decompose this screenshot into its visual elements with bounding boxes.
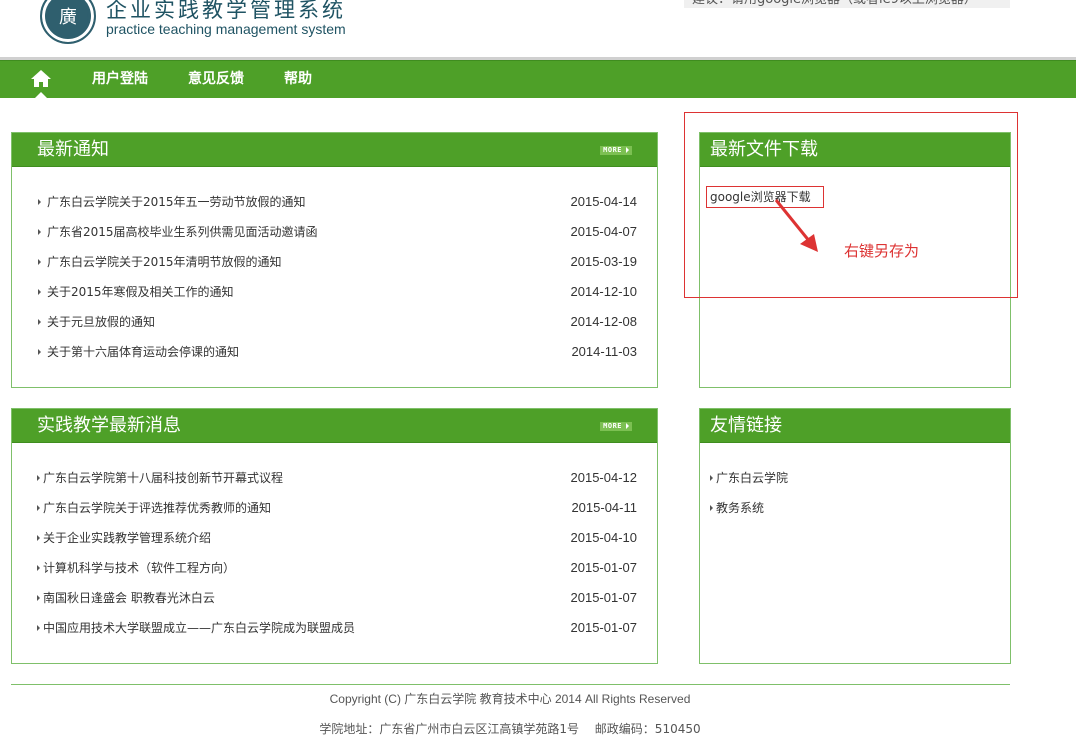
list-item: 广东白云学院关于2015年五一劳动节放假的通知 2015-04-14: [12, 187, 657, 217]
list-item: 教务系统: [700, 493, 1010, 523]
site-header: 廣 企业实践教学管理系统 practice teaching managemen…: [0, 0, 1076, 57]
active-nav-indicator: [35, 92, 47, 98]
news-date: 2015-04-10: [570, 530, 638, 545]
bullet-icon: [38, 319, 41, 325]
notice-date: 2015-03-19: [570, 254, 638, 269]
nav-item-help[interactable]: 帮助: [284, 61, 312, 98]
news-title-link[interactable]: 广东白云学院关于评选推荐优秀教师的通知: [43, 493, 271, 523]
bullet-icon: [37, 475, 40, 481]
practice-news-panel-header: 实践教学最新消息 MORE: [12, 409, 657, 443]
bullet-icon: [38, 349, 41, 355]
list-item: 南国秋日逢盛会 职教春光沐白云 2015-01-07: [12, 583, 657, 613]
list-item: 广东白云学院: [700, 463, 1010, 493]
footer-divider: [11, 684, 1010, 685]
bullet-icon: [37, 625, 40, 631]
notice-date: 2014-12-08: [570, 314, 638, 329]
friend-links-list: 广东白云学院 教务系统: [700, 463, 1010, 523]
site-subtitle: practice teaching management system: [106, 21, 346, 37]
annotation-arrow-icon: [774, 199, 818, 252]
friend-link[interactable]: 教务系统: [716, 493, 764, 523]
annotation-text: 右键另存为: [844, 242, 920, 260]
home-icon[interactable]: [30, 68, 52, 90]
news-date: 2015-01-07: [570, 620, 638, 635]
practice-news-more-button[interactable]: MORE: [600, 422, 632, 431]
list-item: 计算机科学与技术（软件工程方向） 2015-01-07: [12, 553, 657, 583]
list-item: 中国应用技术大学联盟成立——广东白云学院成为联盟成员 2015-01-07: [12, 613, 657, 643]
nav-item-login[interactable]: 用户登陆: [92, 61, 148, 98]
notices-panel-title: 最新通知: [37, 139, 109, 160]
bullet-icon: [38, 229, 41, 235]
browser-notice: 建议：请用google浏览器（或者ie9以上浏览器）: [684, 0, 1010, 8]
bullet-icon: [37, 505, 40, 511]
practice-news-panel: 实践教学最新消息 MORE 广东白云学院第十八届科技创新节开幕式议程 2015-0…: [11, 408, 658, 664]
news-title-link[interactable]: 广东白云学院第十八届科技创新节开幕式议程: [43, 463, 283, 493]
news-date: 2015-01-07: [570, 590, 638, 605]
svg-text:廣: 廣: [59, 7, 77, 28]
notice-date: 2014-11-03: [571, 344, 637, 359]
bullet-icon: [38, 259, 41, 265]
friend-links-panel-header: 友情链接: [700, 409, 1010, 443]
practice-news-panel-title: 实践教学最新消息: [37, 415, 181, 436]
list-item: 关于元旦放假的通知 2014-12-08: [12, 307, 657, 337]
footer-address: 学院地址：广东省广州市白云区江高镇学苑路1号 邮政编码：510450: [319, 722, 701, 736]
notices-panel: 最新通知 MORE 广东白云学院关于2015年五一劳动节放假的通知 2015-04…: [11, 132, 658, 388]
bullet-icon: [37, 595, 40, 601]
news-title-link[interactable]: 中国应用技术大学联盟成立——广东白云学院成为联盟成员: [43, 613, 355, 643]
notice-date: 2015-04-14: [570, 194, 638, 209]
notice-title-link[interactable]: 广东省2015届高校毕业生系列供需见面活动邀请函: [47, 217, 318, 247]
notices-list: 广东白云学院关于2015年五一劳动节放假的通知 2015-04-14 广东省201…: [12, 187, 657, 367]
bullet-icon: [710, 475, 713, 481]
bullet-icon: [37, 535, 40, 541]
friend-link[interactable]: 广东白云学院: [716, 463, 788, 493]
nav-item-feedback[interactable]: 意见反馈: [188, 61, 244, 98]
footer-copyright: Copyright (C) 广东白云学院 教育技术中心 2014 All Rig…: [329, 692, 691, 706]
school-seal-logo: 廣: [40, 0, 96, 44]
list-item: 广东白云学院关于评选推荐优秀教师的通知 2015-04-11: [12, 493, 657, 523]
list-item: 关于企业实践教学管理系统介绍 2015-04-10: [12, 523, 657, 553]
bullet-icon: [37, 565, 40, 571]
news-title-link[interactable]: 南国秋日逢盛会 职教春光沐白云: [43, 583, 215, 613]
bullet-icon: [38, 289, 41, 295]
main-nav: 用户登陆 意见反馈 帮助: [0, 60, 1076, 98]
notices-panel-header: 最新通知 MORE: [12, 133, 657, 167]
notices-more-button[interactable]: MORE: [600, 146, 632, 155]
notice-title-link[interactable]: 广东白云学院关于2015年五一劳动节放假的通知: [47, 187, 306, 217]
news-title-link[interactable]: 关于企业实践教学管理系统介绍: [43, 523, 211, 553]
list-item: 广东省2015届高校毕业生系列供需见面活动邀请函 2015-04-07: [12, 217, 657, 247]
notice-title-link[interactable]: 关于元旦放假的通知: [47, 307, 155, 337]
bullet-icon: [38, 199, 41, 205]
news-date: 2015-04-12: [570, 470, 638, 485]
list-item: 关于第十六届体育运动会停课的通知 2014-11-03: [12, 337, 657, 367]
notice-title-link[interactable]: 关于第十六届体育运动会停课的通知: [47, 337, 239, 367]
bullet-icon: [710, 505, 713, 511]
news-title-link[interactable]: 计算机科学与技术（软件工程方向）: [43, 553, 235, 583]
list-item: 广东白云学院关于2015年清明节放假的通知 2015-03-19: [12, 247, 657, 277]
practice-news-list: 广东白云学院第十八届科技创新节开幕式议程 2015-04-12 广东白云学院关于评…: [12, 463, 657, 643]
annotation-highlight-box: [684, 112, 1018, 298]
notice-date: 2015-04-07: [570, 224, 638, 239]
list-item: 广东白云学院第十八届科技创新节开幕式议程 2015-04-12: [12, 463, 657, 493]
news-date: 2015-04-11: [571, 500, 637, 515]
friend-links-panel-title: 友情链接: [710, 415, 782, 436]
list-item: 关于2015年寒假及相关工作的通知 2014-12-10: [12, 277, 657, 307]
notice-title-link[interactable]: 关于2015年寒假及相关工作的通知: [47, 277, 234, 307]
friend-links-panel: 友情链接 广东白云学院 教务系统: [699, 408, 1011, 664]
notice-title-link[interactable]: 广东白云学院关于2015年清明节放假的通知: [47, 247, 282, 277]
news-date: 2015-01-07: [570, 560, 638, 575]
notice-date: 2014-12-10: [570, 284, 638, 299]
